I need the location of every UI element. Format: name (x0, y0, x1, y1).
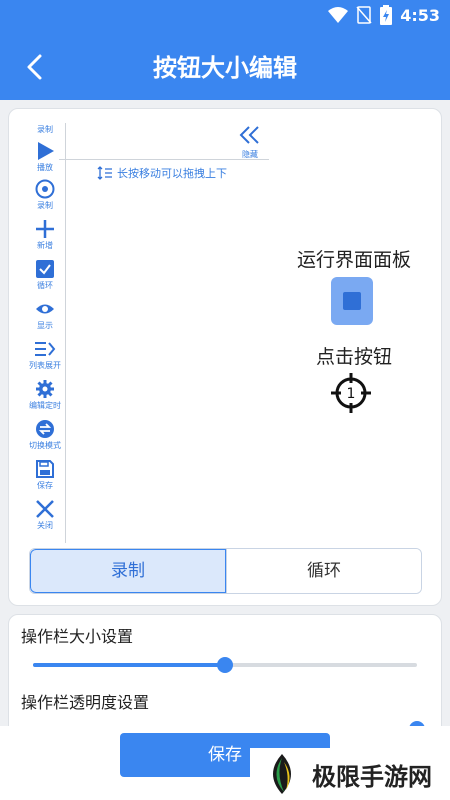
status-time: 4:53 (400, 5, 440, 25)
click-target-button[interactable]: 1 (331, 373, 371, 413)
no-signal-icon (356, 6, 372, 24)
toolbar-label: 保存 (37, 481, 53, 490)
watermark: 极限手游网 (250, 748, 450, 800)
run-panel-title: 运行界面面板 (296, 249, 411, 271)
toolbar-label: 显示 (37, 321, 53, 330)
toolbar-item-play[interactable]: 播放 (23, 141, 67, 173)
record-icon (35, 179, 55, 199)
battery-charging-icon (380, 5, 393, 25)
editor-card: 录制 播放 录制 新增 循环 显示 列表展开 编辑定时 切换模式 保存 关闭 隐… (8, 108, 442, 606)
toolbar-label: 新增 (37, 241, 53, 250)
toolbar-divider (65, 123, 66, 543)
toolbar-item-switch-mode[interactable]: 切换模式 (23, 419, 67, 451)
toolbar-label: 列表展开 (29, 361, 61, 370)
status-icons: 4:53 (328, 5, 440, 25)
toolbar-item-loop[interactable]: 循环 (23, 259, 67, 291)
target-number: 1 (347, 386, 356, 402)
drag-sort-icon (97, 166, 112, 180)
wifi-icon (328, 7, 349, 23)
toolbar-item-save[interactable]: 保存 (23, 459, 67, 491)
watermark-text: 极限手游网 (312, 761, 432, 791)
toolbar-label: 循环 (37, 281, 53, 290)
toolbar-item-record-top[interactable]: 录制 (23, 123, 67, 135)
toolbar-label: 关闭 (37, 521, 53, 530)
opacity-setting-label: 操作栏透明度设置 (21, 693, 150, 712)
app-bar: 按钮大小编辑 (0, 32, 450, 100)
click-button-title: 点击按钮 (315, 346, 392, 368)
stop-icon (343, 292, 361, 310)
save-icon (36, 460, 54, 478)
size-slider[interactable] (33, 657, 417, 673)
size-slider-thumb[interactable] (217, 657, 233, 673)
close-icon (36, 500, 54, 518)
toolbar-item-close[interactable]: 关闭 (23, 499, 67, 531)
watermark-logo-icon (273, 754, 291, 794)
list-expand-icon (35, 342, 56, 356)
check-box-icon (36, 260, 54, 278)
double-chevron-left-icon (239, 126, 259, 144)
toolbar-label: 切换模式 (29, 441, 61, 450)
hint-divider (59, 159, 269, 160)
toolbar-label: 编辑定时 (29, 401, 61, 410)
toolbar-item-record[interactable]: 录制 (23, 179, 67, 211)
toolbar-item-show[interactable]: 显示 (23, 299, 67, 331)
plus-icon (36, 220, 54, 238)
play-icon (38, 142, 54, 160)
tab-record[interactable]: 录制 (30, 549, 226, 593)
drag-hint: 长按移动可以拖拽上下 (97, 165, 227, 181)
size-setting-label: 操作栏大小设置 (21, 627, 134, 646)
run-panel-button[interactable] (331, 277, 373, 325)
eye-icon (36, 304, 54, 314)
status-bar: 4:53 (0, 0, 450, 32)
size-slider-fill (33, 663, 225, 667)
drag-hint-text: 长按移动可以拖拽上下 (117, 167, 227, 180)
collapse-button[interactable]: 隐藏 (235, 125, 265, 160)
mode-tabs: 录制 循环 (29, 548, 422, 594)
toolbar-item-list-expand[interactable]: 列表展开 (23, 339, 67, 371)
toolbar-label: 播放 (37, 163, 53, 172)
toolbar-label: 录制 (37, 201, 53, 210)
tab-loop[interactable]: 循环 (226, 549, 421, 593)
page-title: 按钮大小编辑 (153, 54, 297, 82)
toolbar-item-edit-timer[interactable]: 编辑定时 (23, 379, 67, 411)
gear-icon (36, 380, 54, 398)
swap-icon (36, 420, 54, 438)
toolbar-label: 录制 (37, 125, 53, 134)
crosshair-icon: 1 (331, 373, 371, 413)
toolbar-item-add[interactable]: 新增 (23, 219, 67, 251)
